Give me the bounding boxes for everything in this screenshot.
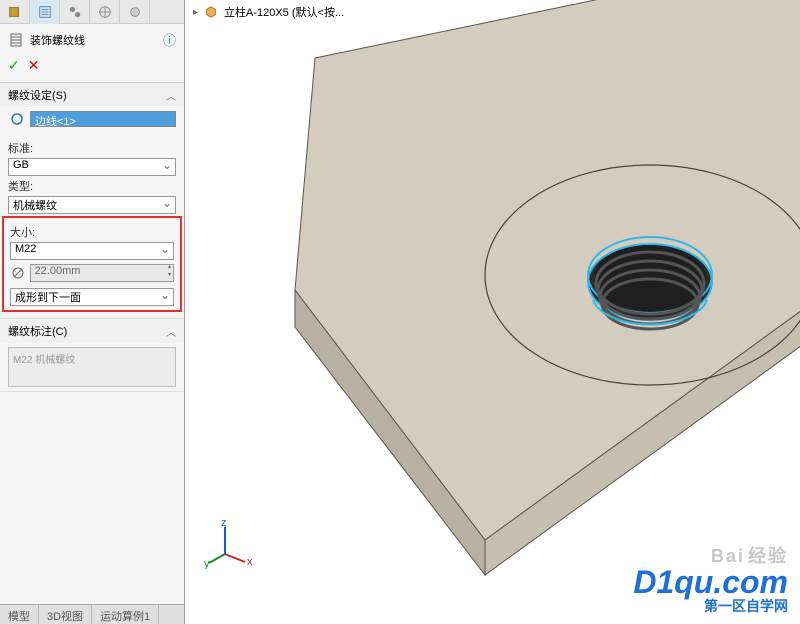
confirm-row: ✓ ✕ <box>0 55 184 83</box>
edge-selection-box[interactable]: 边线<1> <box>30 111 176 127</box>
section-title: 螺纹标注(C) <box>8 323 67 339</box>
thread-settings-section: 螺纹设定(S) ︿ 边线<1> 标准: GB 类型: 机械螺纹 大小: M22 … <box>0 83 184 319</box>
chevron-up-icon: ︿ <box>166 88 176 103</box>
cancel-button[interactable]: ✕ <box>28 57 40 74</box>
size-label: 大小: <box>10 222 174 242</box>
tab-config-manager[interactable] <box>60 0 90 24</box>
config-icon <box>68 5 82 19</box>
ok-button[interactable]: ✓ <box>8 57 20 74</box>
edge-icon <box>8 112 26 126</box>
target-icon <box>98 5 112 19</box>
size-highlight-region: 大小: M22 22.00mm 成形到下一面 <box>2 216 182 312</box>
model-canvas <box>185 0 800 624</box>
cube-icon <box>8 5 22 19</box>
diameter-input[interactable]: 22.00mm <box>30 264 174 282</box>
thread-callout-text[interactable]: M22 机械螺纹 <box>8 347 176 387</box>
thread-settings-header[interactable]: 螺纹设定(S) ︿ <box>0 83 184 107</box>
bottom-tab-bar: 模型 3D视图 运动算例1 <box>0 604 184 624</box>
view-triad[interactable]: x z y <box>203 519 253 569</box>
size-select[interactable]: M22 <box>10 242 174 260</box>
svg-text:y: y <box>204 558 210 569</box>
bottom-tab-model[interactable]: 模型 <box>0 605 39 624</box>
panel-tab-strip <box>0 0 184 24</box>
svg-text:z: z <box>221 519 227 529</box>
section-title: 螺纹设定(S) <box>8 87 67 103</box>
type-label: 类型: <box>8 176 176 196</box>
display-icon <box>128 5 142 19</box>
diameter-icon <box>10 266 26 280</box>
feature-header: 装饰螺纹线 ⓘ <box>0 24 184 55</box>
tab-feature-manager[interactable] <box>0 0 30 24</box>
thread-callout-header[interactable]: 螺纹标注(C) ︿ <box>0 319 184 343</box>
bottom-tab-3dview[interactable]: 3D视图 <box>39 605 92 624</box>
standard-label: 标准: <box>8 138 176 158</box>
graphics-viewport[interactable]: ▸ 立柱A-120X5 (默认<按... x z y Bai 经验 <box>185 0 800 624</box>
tab-display-manager[interactable] <box>120 0 150 24</box>
svg-text:x: x <box>247 556 253 568</box>
feature-title: 装饰螺纹线 <box>30 32 85 48</box>
end-condition-select[interactable]: 成形到下一面 <box>10 288 174 306</box>
watermark: Bai 经验 D1qu.com 第一区自学网 <box>633 542 788 616</box>
bottom-tab-motion[interactable]: 运动算例1 <box>92 605 159 624</box>
thread-feature-icon <box>8 32 24 48</box>
standard-select[interactable]: GB <box>8 158 176 176</box>
list-icon <box>38 5 52 19</box>
tab-dimxpert[interactable] <box>90 0 120 24</box>
thread-callout-section: 螺纹标注(C) ︿ M22 机械螺纹 <box>0 319 184 392</box>
help-icon[interactable]: ⓘ <box>163 30 176 49</box>
type-select[interactable]: 机械螺纹 <box>8 196 176 214</box>
tab-property-manager[interactable] <box>30 0 60 24</box>
property-manager-panel: 装饰螺纹线 ⓘ ✓ ✕ 螺纹设定(S) ︿ 边线<1> 标准: GB 类型: 机… <box>0 0 185 624</box>
chevron-up-icon: ︿ <box>166 324 176 339</box>
